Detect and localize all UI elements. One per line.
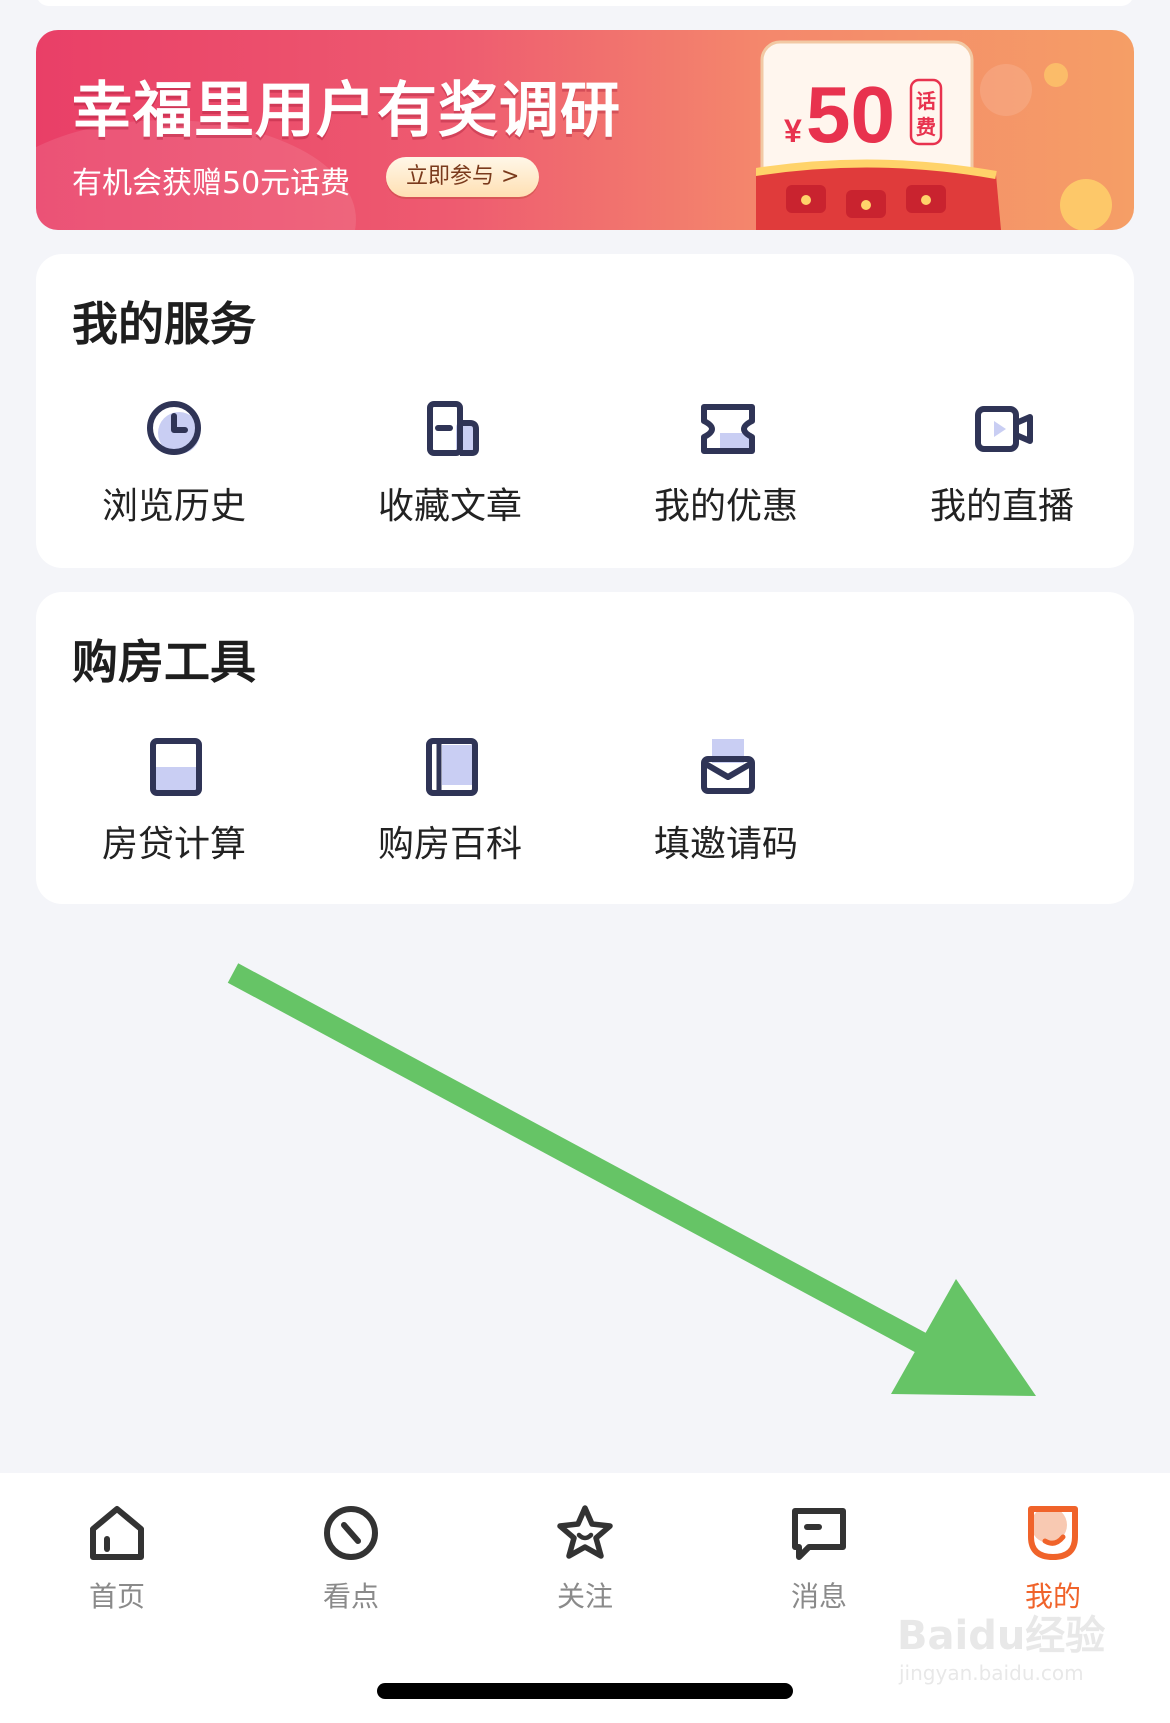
- previous-card: [36, 0, 1134, 6]
- service-label: 收藏文章: [377, 486, 522, 527]
- service-label: 我的直播: [929, 486, 1074, 527]
- tool-label: 购房百科: [377, 824, 522, 865]
- message-icon: [792, 1508, 846, 1560]
- tool-mortgage-calculator[interactable]: 房贷计算: [36, 737, 312, 877]
- compass-icon: [324, 1506, 378, 1560]
- service-my-live[interactable]: 我的直播: [864, 399, 1140, 539]
- banner-title: 幸福里用户有奖调研: [72, 76, 621, 146]
- calculator-icon: [150, 738, 202, 796]
- home-icon: [90, 1506, 144, 1560]
- section-title: 我的服务: [72, 297, 256, 351]
- banner-subtitle: 有机会获赠50元话费: [72, 166, 351, 201]
- service-label: 我的优惠: [653, 486, 798, 527]
- service-my-coupons[interactable]: 我的优惠: [588, 399, 864, 539]
- envelope-icon: [701, 739, 755, 794]
- red-envelope-prize-illustration: ¥ 50 话 费: [756, 40, 1112, 230]
- tool-home-wiki[interactable]: 购房百科: [312, 737, 588, 877]
- video-camera-icon: [975, 406, 1033, 452]
- book-icon: [426, 738, 478, 796]
- service-label: 浏览历史: [101, 486, 246, 527]
- baidu-jingyan-watermark: Baidu经验 jingyan.baidu.com: [895, 1595, 1145, 1695]
- star-icon: [557, 1505, 613, 1559]
- tab-home[interactable]: 首页: [0, 1503, 234, 1613]
- section-title: 购房工具: [72, 635, 256, 689]
- tab-highlights[interactable]: 看点: [234, 1503, 468, 1613]
- tool-label: 填邀请码: [653, 824, 798, 865]
- bookmark-article-icon: [427, 401, 479, 456]
- prize-currency: ¥: [784, 113, 802, 149]
- coupon-icon: [701, 404, 755, 454]
- tab-label: 首页: [88, 1580, 145, 1613]
- home-tools-card: 购房工具 房贷计算 购房百科 填邀请码: [36, 592, 1134, 904]
- survey-banner[interactable]: 幸福里用户有奖调研 有机会获赠50元话费 立即参与 > ¥ 50 话 费: [36, 30, 1134, 230]
- service-saved-articles[interactable]: 收藏文章: [312, 399, 588, 539]
- tool-label: 房贷计算: [101, 824, 246, 865]
- profile-icon: [1028, 1506, 1078, 1560]
- prize-tag-2: 费: [916, 115, 936, 139]
- join-now-button[interactable]: 立即参与 >: [386, 157, 540, 197]
- tab-label: 看点: [322, 1580, 379, 1613]
- home-indicator: [377, 1683, 793, 1699]
- prize-amount: 50: [806, 70, 895, 159]
- tab-follow[interactable]: 关注: [468, 1503, 702, 1613]
- tab-label: 关注: [556, 1580, 613, 1613]
- tool-invite-code[interactable]: 填邀请码: [588, 737, 864, 877]
- prize-tag-1: 话: [916, 89, 936, 113]
- service-browse-history[interactable]: 浏览历史: [36, 399, 312, 539]
- my-services-card: 我的服务 浏览历史 收藏文章 我的优惠 我的直播: [36, 254, 1134, 568]
- watermark-logo-text: Baidu经验: [897, 1613, 1106, 1659]
- clock-icon: [147, 401, 201, 455]
- watermark-url: jingyan.baidu.com: [899, 1661, 1084, 1685]
